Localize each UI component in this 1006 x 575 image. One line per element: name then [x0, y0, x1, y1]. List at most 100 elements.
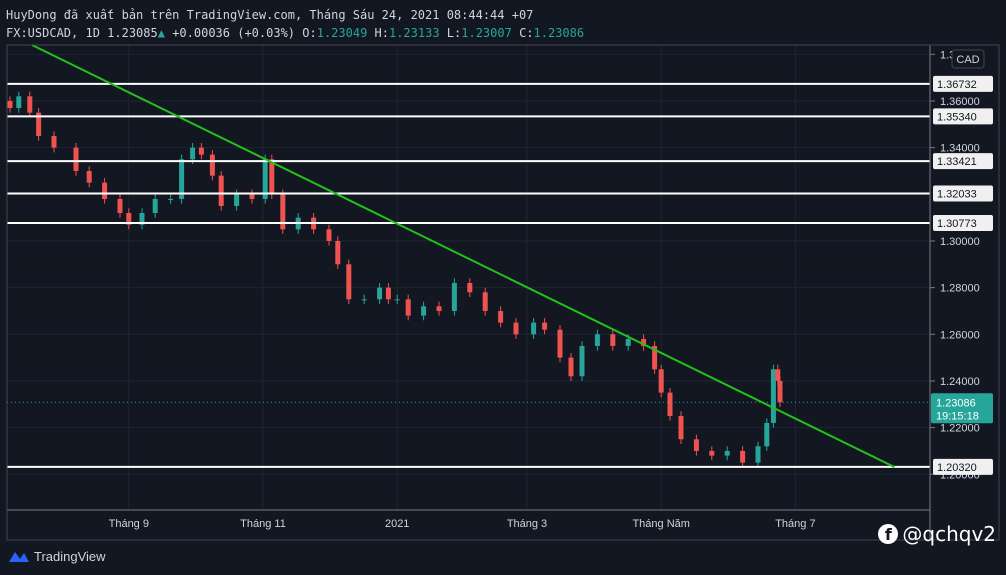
candle [678, 411, 684, 444]
countdown-text: 19:15:18 [936, 410, 979, 422]
candle-body [531, 322, 537, 335]
candle-body [740, 450, 746, 463]
y-tick-label: 1.28000 [940, 283, 980, 295]
level-label-text: 1.20320 [937, 462, 977, 474]
candle-body [678, 415, 684, 440]
candle-body [190, 147, 196, 160]
price-chart[interactable]: 1.200001.220001.240001.260001.280001.300… [0, 0, 1006, 575]
candle-body [117, 198, 123, 213]
x-tick-label: Tháng 3 [507, 518, 547, 530]
candle-body [451, 282, 457, 311]
author-watermark: f @qchqv2 [878, 522, 996, 546]
candle-body [467, 282, 473, 293]
candle-body [724, 450, 730, 456]
candle-body [326, 229, 332, 241]
candle [280, 189, 286, 234]
x-tick-label: 2021 [385, 518, 409, 530]
y-tick-label: 1.24000 [940, 376, 980, 388]
candle-body [335, 240, 341, 265]
x-tick-label: Tháng 7 [775, 518, 815, 530]
candle-body [568, 357, 574, 377]
tradingview-logo[interactable]: TradingView [8, 548, 106, 564]
facebook-icon: f [878, 524, 899, 544]
candle-body [513, 322, 519, 335]
candle-body [557, 329, 563, 358]
low-value: 1.23007 [461, 26, 512, 40]
candle-body [709, 450, 715, 456]
candle-body [755, 446, 761, 463]
candle-body [16, 96, 22, 108]
candle-body [198, 147, 204, 155]
candle-body [436, 306, 442, 311]
candle [346, 259, 352, 304]
candle-body [249, 194, 255, 199]
level-label-text: 1.35340 [937, 111, 977, 123]
candle-body [86, 170, 92, 183]
tradingview-logo-icon [9, 552, 29, 562]
candle-body [579, 345, 585, 377]
candle-body [482, 292, 488, 311]
ohlc-legend: FX:USDCAD, 1D 1.23085▲ +0.00036 (+0.03%)… [6, 26, 585, 40]
level-price-label: 1.20320 [933, 458, 993, 475]
currency-badge-text: CAD [956, 54, 979, 66]
level-label-text: 1.36732 [937, 79, 977, 91]
level-price-label: 1.35340 [933, 108, 993, 125]
currency-badge[interactable]: CAD [951, 49, 985, 69]
candle-body [405, 299, 411, 316]
candle-body [51, 135, 57, 148]
up-triangle-icon: ▲ [157, 26, 165, 40]
candle [658, 364, 664, 398]
candle-body [764, 422, 770, 447]
close-value: 1.23086 [533, 26, 585, 40]
last-price: 1.23085 [107, 26, 158, 40]
candle-body [693, 439, 699, 451]
candle-body [385, 287, 391, 300]
chart-header: HuyDong đã xuất bản trên TradingView.com… [6, 6, 584, 42]
candle-body [498, 310, 504, 323]
open-value: 1.23049 [316, 26, 368, 40]
candle-body [234, 194, 240, 206]
candle [770, 364, 776, 428]
publish-info: HuyDong đã xuất bản trên TradingView.com… [6, 8, 534, 22]
candle-body [209, 154, 215, 176]
candle-body [168, 198, 174, 200]
y-tick-label: 1.26000 [940, 329, 980, 341]
level-label-text: 1.32033 [937, 189, 977, 201]
x-tick-label: Tháng Năm [632, 518, 689, 530]
change: +0.00036 (+0.03%) [172, 26, 296, 40]
candle-body [27, 96, 33, 113]
level-price-label: 1.32033 [933, 185, 993, 202]
candle [667, 387, 673, 421]
candle-body [218, 175, 224, 206]
symbol-label[interactable]: FX:USDCAD, 1D [6, 26, 100, 40]
current-price-text: 1.23086 [936, 397, 976, 409]
x-tick-label: Tháng 11 [240, 518, 286, 530]
candle [73, 142, 79, 176]
candle-body [610, 334, 616, 346]
y-tick-label: 1.36000 [940, 96, 980, 108]
candle [218, 170, 224, 211]
candle-body [625, 338, 631, 346]
candle-body [667, 392, 673, 416]
candle-body [594, 334, 600, 346]
candle-body [152, 198, 158, 213]
candle-body [542, 322, 548, 330]
candle [652, 341, 658, 374]
current-price-label: 1.2308619:15:18 [931, 393, 993, 424]
candle-body [777, 380, 783, 403]
candle-body [102, 182, 108, 199]
candle-body [770, 369, 776, 423]
candle-body [280, 194, 286, 230]
candle-body [361, 299, 367, 301]
candle [36, 107, 42, 141]
y-tick-label: 1.34000 [940, 143, 980, 155]
candle-body [7, 101, 13, 108]
candle-body [269, 159, 275, 195]
y-tick-label: 1.22000 [940, 423, 980, 435]
candle [579, 341, 585, 381]
level-price-label: 1.33421 [933, 153, 993, 170]
plot-area [7, 45, 930, 510]
candle-body [658, 369, 664, 393]
candle-body [377, 287, 383, 300]
y-tick-label: 1.30000 [940, 236, 980, 248]
